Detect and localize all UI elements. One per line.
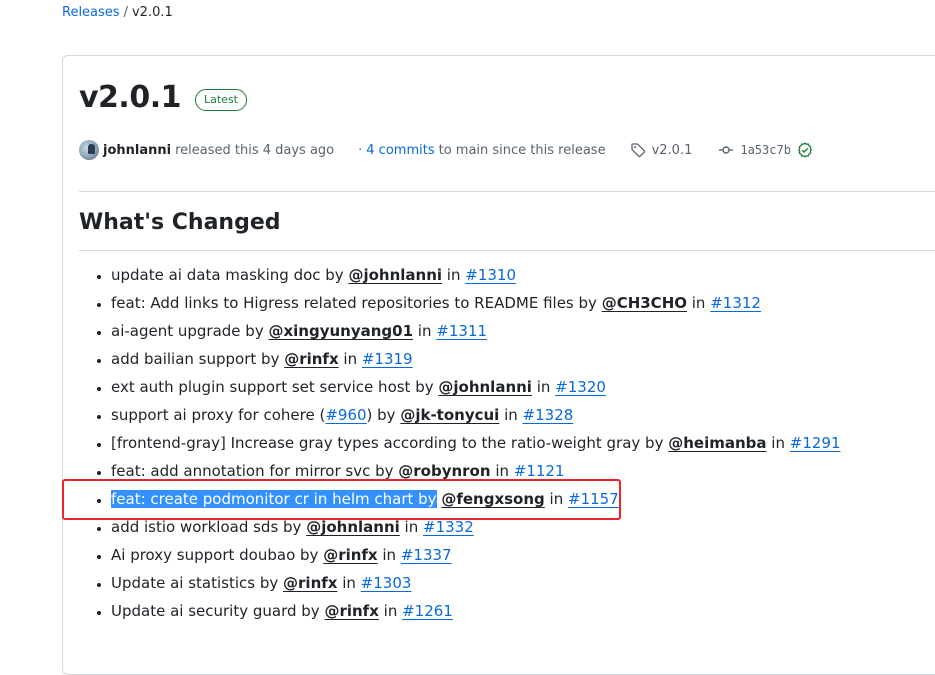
dot-separator: · [358,142,363,158]
pr-link[interactable]: #1312 [710,294,761,312]
commits-since-link[interactable]: 4 commits [366,143,434,158]
changes-list: update ai data masking doc by @johnlanni… [79,261,841,625]
meta-divider [79,191,935,192]
avatar[interactable] [79,140,99,160]
in-text: in [338,350,362,368]
list-item: support ai proxy for cohere (#960) by @j… [111,401,841,429]
in-text: in [378,602,403,620]
release-card: v2.0.1 Latest johnlanni released this 4 … [62,55,935,675]
user-link[interactable]: @rinfx [284,350,338,368]
list-item-highlighted: feat: create podmonitor cr in helm chart… [111,485,841,513]
in-text: in [490,462,514,480]
breadcrumb-releases-link[interactable]: Releases [62,5,120,20]
change-text: add istio workload sds by [111,518,307,536]
commits-suffix-text: to main since this release [438,142,606,158]
user-link[interactable]: @johnlanni [306,518,400,536]
list-item: Ai proxy support doubao by @rinfx in #13… [111,541,841,569]
git-commit-icon [719,146,734,154]
pr-link[interactable]: #1328 [523,406,574,424]
change-text: Update ai security guard by [111,602,325,620]
user-link[interactable]: @johnlanni [438,378,532,396]
list-item: add bailian support by @rinfx in #1319 [111,345,841,373]
pr-link[interactable]: #1157 [568,490,619,508]
in-text: in [499,406,523,424]
pr-link[interactable]: #1311 [436,322,487,340]
pr-link[interactable]: #1320 [555,378,606,396]
change-text: add bailian support by [111,350,285,368]
list-item: Update ai security guard by @rinfx in #1… [111,597,841,625]
release-title: v2.0.1 [79,80,181,115]
breadcrumb-separator: / [123,5,128,20]
change-text: feat: Add links to Higress related repos… [111,294,602,312]
in-text: in [544,490,568,508]
list-item: update ai data masking doc by @johnlanni… [111,261,841,289]
change-text: support ai proxy for cohere ( [111,406,326,424]
in-text: in [337,574,361,592]
change-text: Ai proxy support doubao by [111,546,324,564]
commit-link[interactable]: 1a53c7b [718,142,791,158]
tag-label: v2.0.1 [651,142,693,158]
author-link[interactable]: johnlanni [103,143,171,158]
change-text: feat: add annotation for mirror svc by [111,462,399,480]
pr-link[interactable]: #1303 [361,574,412,592]
release-meta: johnlanni released this 4 days ago · 4 c… [79,140,813,160]
pr-link[interactable]: #1261 [402,602,453,620]
release-header: v2.0.1 Latest [79,80,247,115]
pr-link[interactable]: #1121 [514,462,565,480]
user-link[interactable]: @heimanba [668,434,766,452]
list-item: Update ai statistics by @rinfx in #1303 [111,569,841,597]
change-text: Update ai statistics by [111,574,284,592]
change-text: ext auth plugin support set service host… [111,378,439,396]
check-circle-icon[interactable] [797,142,813,158]
user-link[interactable]: @xingyunyang01 [268,322,413,340]
user-link[interactable]: @CH3CHO [602,294,687,312]
selected-change-text: feat: create podmonitor cr in helm chart… [111,490,437,508]
list-item: add istio workload sds by @johnlanni in … [111,513,841,541]
in-text: in [687,294,711,312]
whats-changed-heading: What's Changed [79,210,281,235]
tag-link[interactable]: v2.0.1 [630,142,693,158]
in-text: in [766,434,790,452]
in-text: in [442,266,466,284]
list-item: [frontend-gray] Increase gray types acco… [111,429,841,457]
user-link[interactable]: @rinfx [324,602,378,620]
user-link[interactable]: @johnlanni [348,266,442,284]
user-link[interactable]: @rinfx [323,546,377,564]
list-item: feat: Add links to Higress related repos… [111,289,841,317]
list-item: ai-agent upgrade by @xingyunyang01 in #1… [111,317,841,345]
change-text: update ai data masking doc by [111,266,349,284]
latest-badge: Latest [194,88,247,111]
breadcrumb: Releases / v2.0.1 [62,5,173,20]
tag-icon [630,143,645,158]
change-text: ai-agent upgrade by [111,322,269,340]
user-link[interactable]: @robynron [398,462,490,480]
pr-link[interactable]: #1332 [423,518,474,536]
pr-link[interactable]: #1291 [790,434,841,452]
list-item: ext auth plugin support set service host… [111,373,841,401]
in-text: in [399,518,423,536]
inline-pr-link[interactable]: #960 [325,406,366,424]
pr-link[interactable]: #1319 [362,350,413,368]
change-text: ) by [366,406,401,424]
released-time-text: released this 4 days ago [175,142,335,158]
pr-link[interactable]: #1337 [401,546,452,564]
in-text: in [531,378,556,396]
user-link[interactable]: @rinfx [283,574,337,592]
user-link[interactable]: @fengxsong [441,490,544,508]
list-item: feat: add annotation for mirror svc by @… [111,457,841,485]
in-text: in [377,546,401,564]
pr-link[interactable]: #1310 [465,266,516,284]
change-text: [frontend-gray] Increase gray types acco… [111,434,669,452]
heading-rule [79,250,935,251]
breadcrumb-current: v2.0.1 [131,5,173,20]
commit-sha: 1a53c7b [740,143,791,157]
in-text: in [413,322,437,340]
user-link[interactable]: @jk-tonycui [400,406,499,424]
